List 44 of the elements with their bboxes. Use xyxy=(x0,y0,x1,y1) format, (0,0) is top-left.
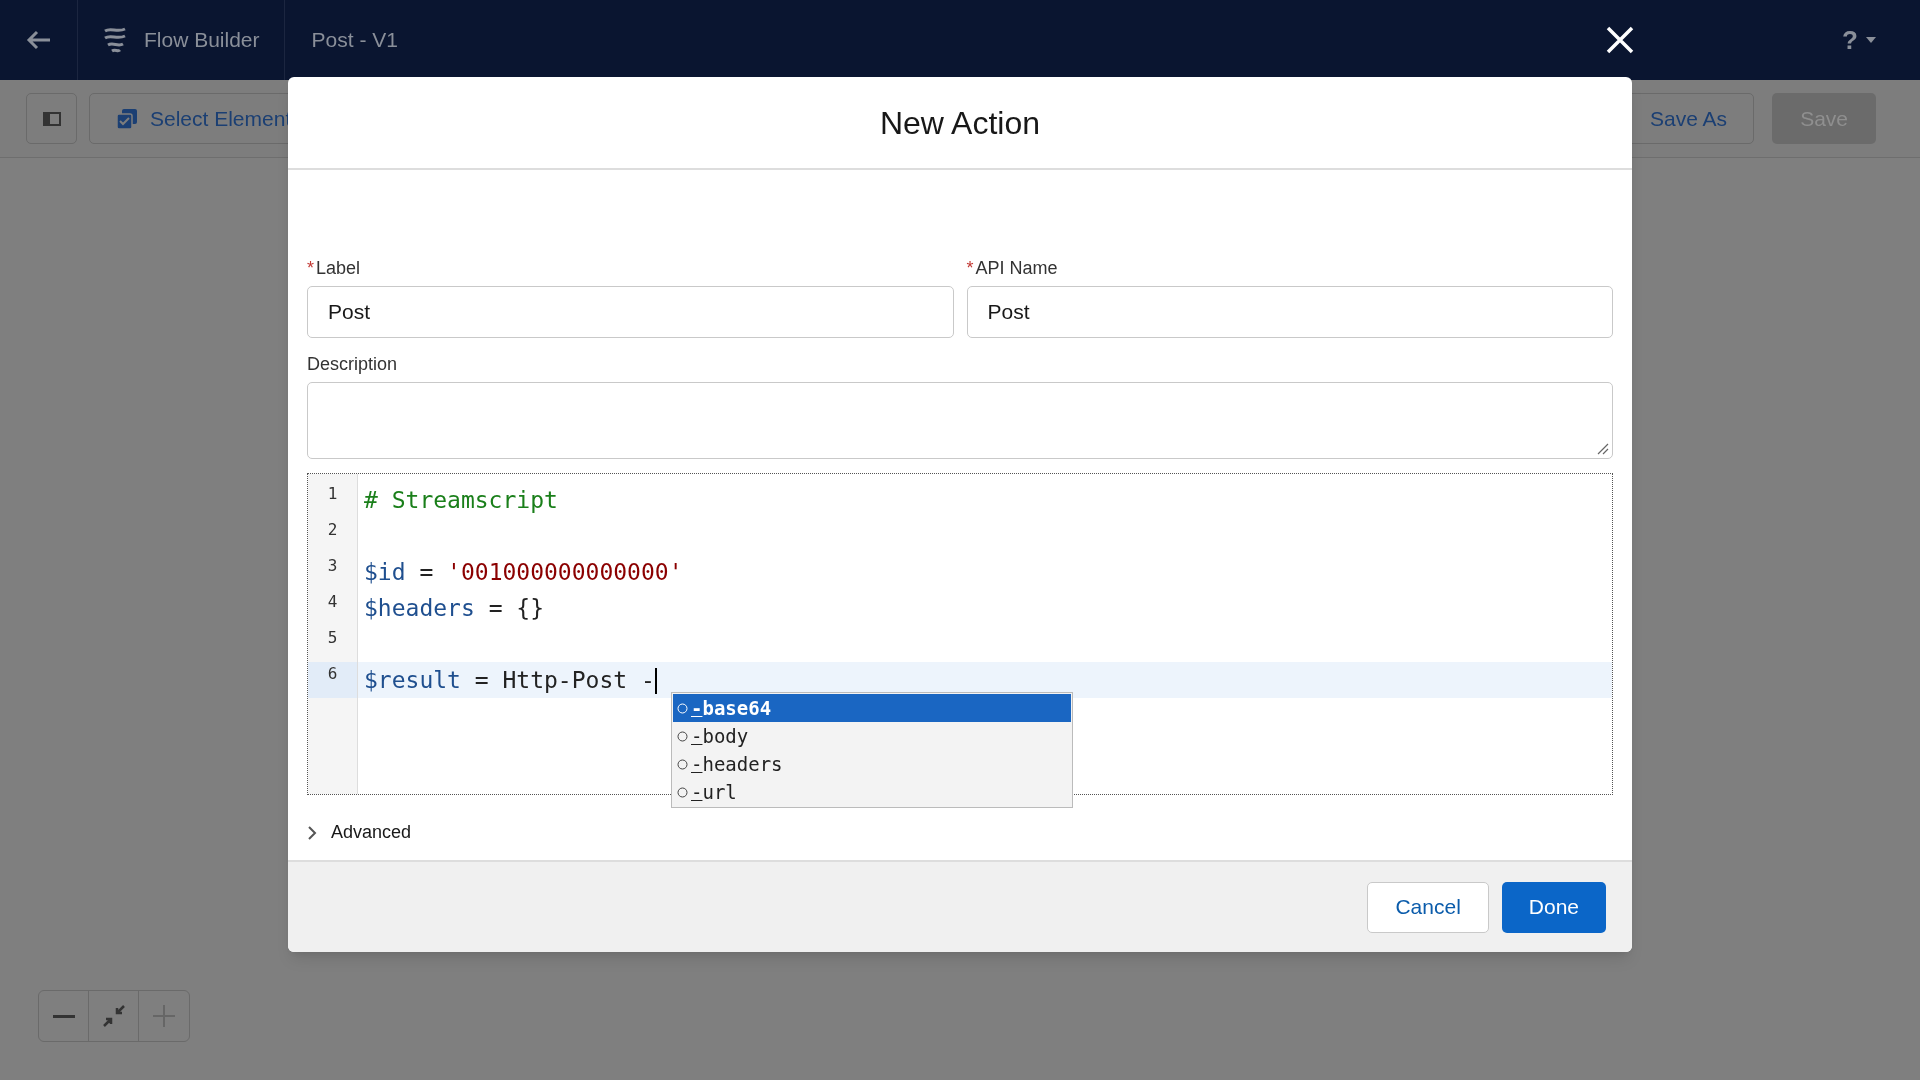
code-line: $result = Http-Post - xyxy=(364,665,657,697)
back-arrow-icon xyxy=(25,29,52,51)
field-label: API Name xyxy=(975,257,1058,280)
panel-toggle-button[interactable] xyxy=(26,93,77,144)
code-line: # Streamscript xyxy=(364,485,558,515)
code-line: $headers = {} xyxy=(364,593,545,623)
line-number: 3 xyxy=(327,555,338,577)
line-number: 1 xyxy=(327,483,338,505)
circle-icon xyxy=(677,702,688,714)
flow-logo-icon xyxy=(102,26,128,54)
resize-handle-icon xyxy=(1597,443,1609,455)
chevron-icon xyxy=(307,825,317,840)
circle-icon xyxy=(677,786,688,798)
minus-icon xyxy=(52,1014,75,1018)
required-mark: * xyxy=(966,257,974,280)
text-field[interactable]: Post xyxy=(307,286,954,338)
caret-icon xyxy=(1866,37,1876,43)
field-label: Description xyxy=(307,353,399,376)
line-number: 2 xyxy=(327,519,338,541)
close-icon xyxy=(1606,26,1634,54)
line-number: 4 xyxy=(327,591,338,613)
suggestion-item[interactable]: -base64 xyxy=(673,694,1071,722)
suggestion-item[interactable]: -headers xyxy=(673,750,1071,778)
circle-icon xyxy=(677,758,688,770)
shrink-arrows-icon xyxy=(102,1005,125,1027)
cancel-button[interactable]: Cancel xyxy=(1367,881,1489,933)
flow-name: Post - V1 xyxy=(310,27,399,54)
checkbox-stack-icon xyxy=(116,107,138,130)
help-button[interactable]: ? xyxy=(1842,20,1876,60)
required-mark: * xyxy=(307,257,314,280)
line-number: 5 xyxy=(327,627,338,649)
modal-title: New Action xyxy=(879,103,1041,143)
plus-icon xyxy=(153,1005,175,1027)
circle-icon xyxy=(677,730,688,742)
field-label: Label xyxy=(316,257,361,280)
suggestion-item[interactable]: -body xyxy=(673,722,1071,750)
text-field[interactable]: Post xyxy=(966,286,1613,338)
done-button[interactable]: Done xyxy=(1501,881,1606,933)
app-name: Flow Builder xyxy=(144,27,260,54)
description-field[interactable] xyxy=(307,382,1613,459)
sidebar-icon xyxy=(42,111,61,126)
advanced-toggle[interactable]: Advanced xyxy=(307,819,412,846)
line-number: 6 xyxy=(327,663,338,685)
code-line: $id = '001000000000000' xyxy=(364,557,683,587)
